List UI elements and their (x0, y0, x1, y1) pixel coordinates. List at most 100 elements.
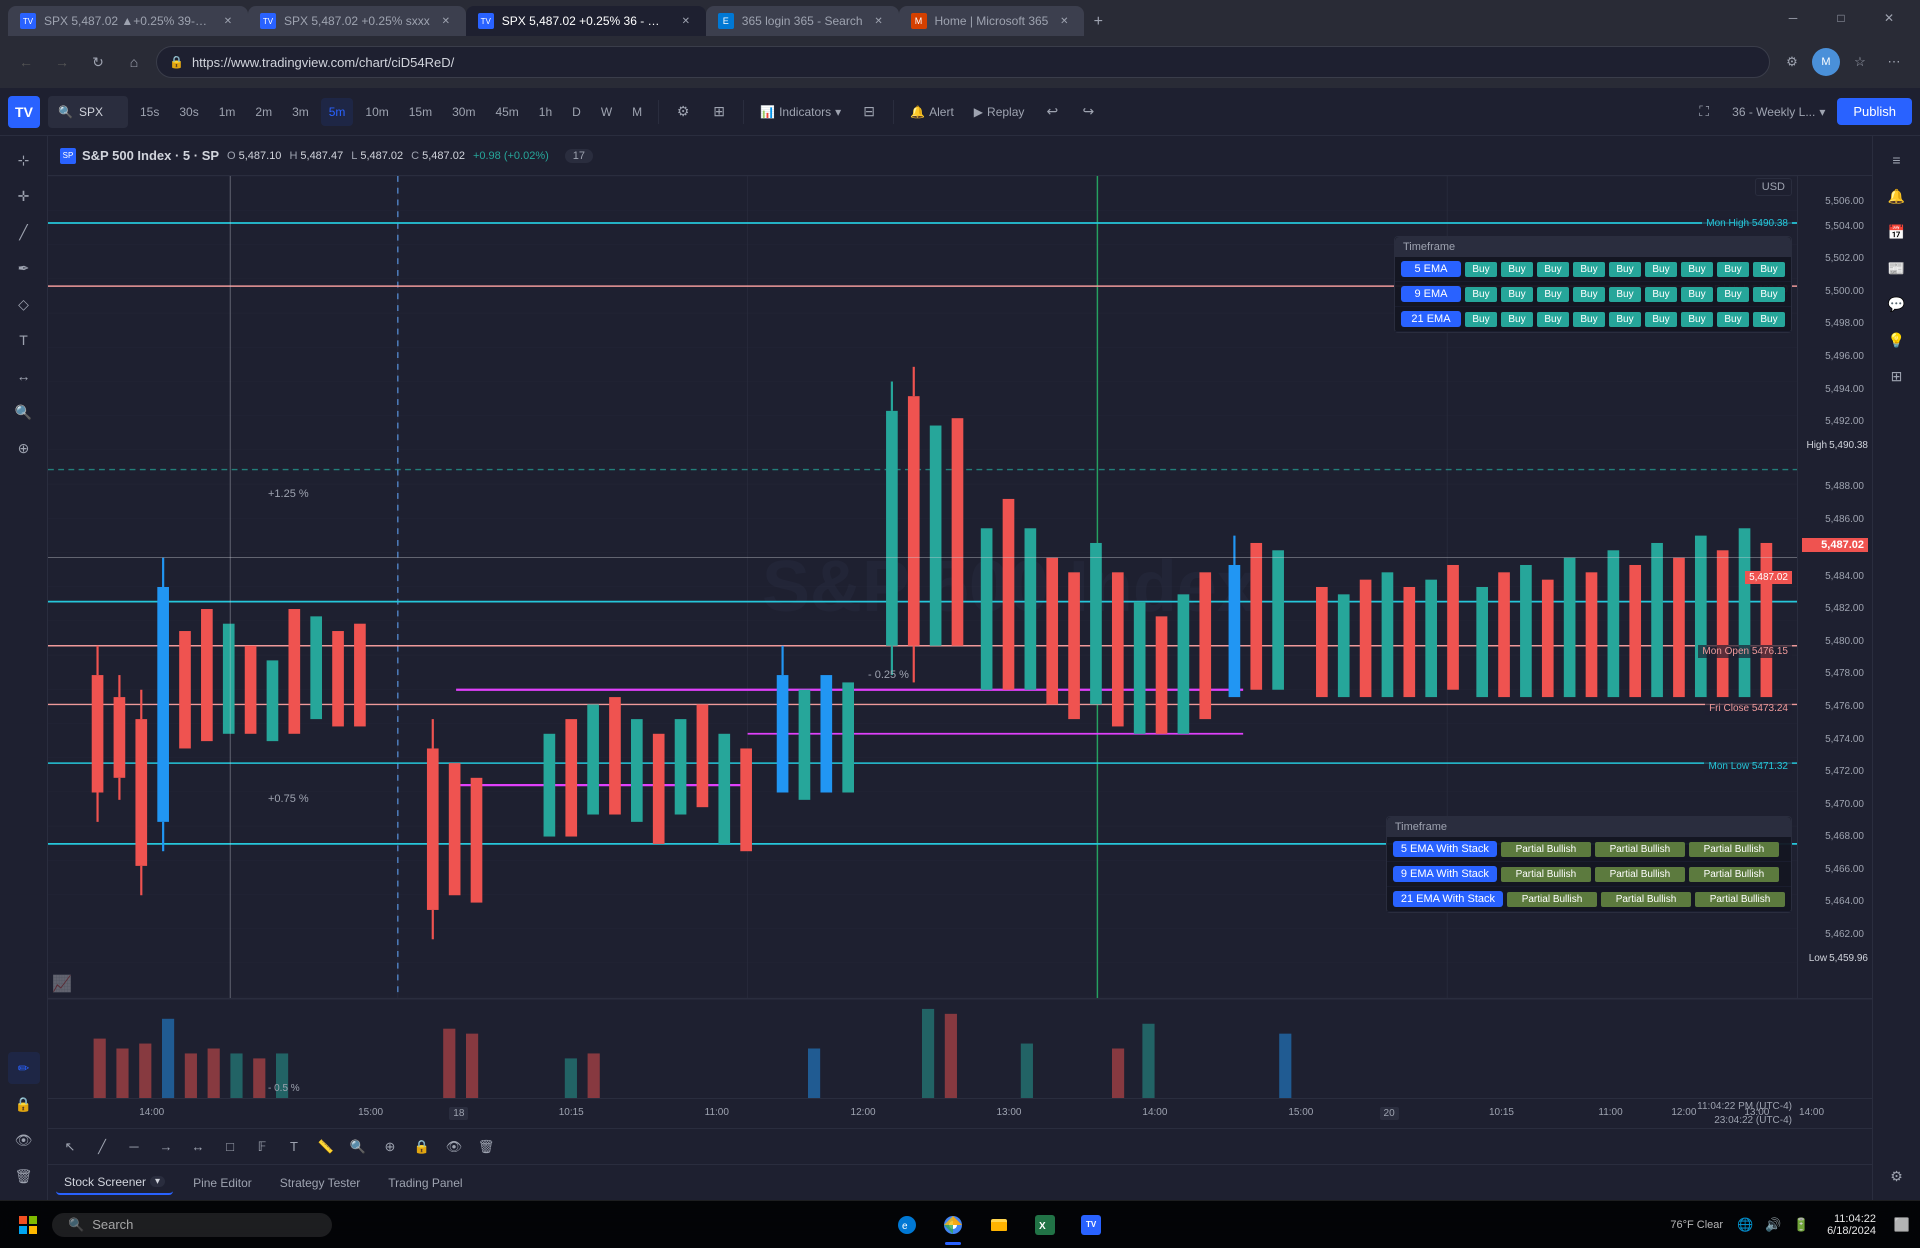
ema-stack-5-cell-3[interactable]: Partial Bullish (1689, 842, 1779, 857)
maximize-button[interactable]: □ (1818, 4, 1864, 32)
timeframe-3m[interactable]: 3m (284, 98, 317, 126)
account-button[interactable]: 36 - Weekly L... ▾ (1724, 96, 1833, 128)
taskbar-app-excel[interactable]: X (1023, 1203, 1067, 1247)
address-bar[interactable]: 🔒 https://www.tradingview.com/chart/ciD5… (156, 46, 1770, 78)
tab-close-2[interactable]: ✕ (438, 13, 454, 29)
timeframe-2m[interactable]: 2m (247, 98, 280, 126)
lock-tool[interactable]: 🔒 (8, 1088, 40, 1120)
drawing-rect-button[interactable]: □ (216, 1133, 244, 1161)
ema-21-cell-3[interactable]: Buy (1537, 312, 1569, 327)
right-news-icon[interactable]: 📰 (1881, 252, 1913, 284)
home-button[interactable]: ⌂ (120, 48, 148, 76)
timeframe-10m[interactable]: 10m (357, 98, 396, 126)
ema-5-cell-2[interactable]: Buy (1501, 262, 1533, 277)
browser-tab-3[interactable]: TV SPX 5,487.02 +0.25% 36 - We... ✕ (466, 6, 706, 36)
drawing-eye-button[interactable]: 👁 (440, 1133, 468, 1161)
symbol-search[interactable]: 🔍 SPX (48, 96, 128, 128)
ema-stack-5-cell-2[interactable]: Partial Bullish (1595, 842, 1685, 857)
drawing-measure-button[interactable]: 📏 (312, 1133, 340, 1161)
browser-tab-2[interactable]: TV SPX 5,487.02 +0.25% sxxx ✕ (248, 6, 466, 36)
drawing-text-button[interactable]: T (280, 1133, 308, 1161)
magnet-tool[interactable]: ⊕ (8, 432, 40, 464)
ema-stack-21-cell-1[interactable]: Partial Bullish (1507, 892, 1597, 907)
tab-pine-editor[interactable]: Pine Editor (185, 1172, 260, 1194)
ema-21-cell-9[interactable]: Buy (1753, 312, 1785, 327)
ema-21-cell-1[interactable]: Buy (1465, 312, 1497, 327)
chart-settings-button[interactable]: ⚙ (667, 96, 699, 128)
browser-tab-1[interactable]: TV SPX 5,487.02 ▲+0.25% 39-spy... ✕ (8, 6, 248, 36)
right-screener-icon[interactable]: ⊞ (1881, 360, 1913, 392)
drawing-fib-button[interactable]: 𝔽 (248, 1133, 276, 1161)
right-calendar-icon[interactable]: 📅 (1881, 216, 1913, 248)
tab-close-5[interactable]: ✕ (1056, 13, 1072, 29)
drawing-lock-button[interactable]: 🔒 (408, 1133, 436, 1161)
sound-tray-icon[interactable]: 🔊 (1763, 1215, 1783, 1235)
timeframe-m[interactable]: M (624, 98, 650, 126)
minimize-button[interactable]: ─ (1770, 4, 1816, 32)
right-chat-icon[interactable]: 💬 (1881, 288, 1913, 320)
right-settings-icon[interactable]: ⚙ (1881, 1160, 1913, 1192)
ema-5-cell-1[interactable]: Buy (1465, 262, 1497, 277)
pen-tool[interactable]: ✒ (8, 252, 40, 284)
annotation-tool[interactable]: T (8, 324, 40, 356)
cursor-tool[interactable]: ⊹ (8, 144, 40, 176)
ema-9-cell-9[interactable]: Buy (1753, 287, 1785, 302)
refresh-button[interactable]: ↻ (84, 48, 112, 76)
indicators-button[interactable]: 📊 Indicators ▾ (752, 96, 849, 128)
drawing-tool-active[interactable]: ✏ (8, 1052, 40, 1084)
shapes-tool[interactable]: ◇ (8, 288, 40, 320)
taskbar-app-edge[interactable]: e (885, 1203, 929, 1247)
eye-tool[interactable]: 👁 (8, 1124, 40, 1156)
ema-9-cell-7[interactable]: Buy (1681, 287, 1713, 302)
tab-strategy-tester[interactable]: Strategy Tester (272, 1172, 368, 1194)
ema-5-cell-9[interactable]: Buy (1753, 262, 1785, 277)
ema-stack-21-cell-3[interactable]: Partial Bullish (1695, 892, 1785, 907)
ema-9-cell-8[interactable]: Buy (1717, 287, 1749, 302)
drawing-magnet-button[interactable]: ⊕ (376, 1133, 404, 1161)
trend-line-tool[interactable]: ╱ (8, 216, 40, 248)
ema-21-cell-6[interactable]: Buy (1645, 312, 1677, 327)
replay-button[interactable]: ▶ Replay (966, 96, 1033, 128)
taskbar-app-explorer[interactable] (977, 1203, 1021, 1247)
timeframe-15m[interactable]: 15m (401, 98, 440, 126)
ema-5-cell-8[interactable]: Buy (1717, 262, 1749, 277)
ema-5-cell-4[interactable]: Buy (1573, 262, 1605, 277)
fullscreen-button[interactable]: ⛶ (1688, 96, 1720, 128)
tab-close-4[interactable]: ✕ (871, 13, 887, 29)
right-alerts-icon[interactable]: 🔔 (1881, 180, 1913, 212)
alert-button[interactable]: 🔔 Alert (902, 96, 962, 128)
timeframe-w[interactable]: W (593, 98, 620, 126)
tv-logo[interactable]: TV (8, 96, 40, 128)
close-window-button[interactable]: ✕ (1866, 4, 1912, 32)
drawing-zoom-button[interactable]: 🔍 (344, 1133, 372, 1161)
ema-21-cell-5[interactable]: Buy (1609, 312, 1641, 327)
drawing-horizontal-button[interactable]: ─ (120, 1133, 148, 1161)
tab-trading-panel[interactable]: Trading Panel (380, 1172, 470, 1194)
browser-tab-5[interactable]: M Home | Microsoft 365 ✕ (899, 6, 1085, 36)
timeframe-5m[interactable]: 5m (321, 98, 354, 126)
system-clock[interactable]: 11:04:22 6/18/2024 (1819, 1213, 1884, 1237)
extensions-button[interactable]: ⚙ (1778, 48, 1806, 76)
timeframe-d[interactable]: D (564, 98, 589, 126)
ema-5-cell-6[interactable]: Buy (1645, 262, 1677, 277)
network-tray-icon[interactable]: 🌐 (1735, 1215, 1755, 1235)
back-button[interactable]: ← (12, 48, 40, 76)
ema-stack-9-cell-1[interactable]: Partial Bullish (1501, 867, 1591, 882)
ema-21-cell-2[interactable]: Buy (1501, 312, 1533, 327)
profile-button[interactable]: M (1812, 48, 1840, 76)
drawing-line-button[interactable]: ╱ (88, 1133, 116, 1161)
publish-button[interactable]: Publish (1837, 98, 1912, 125)
ema-stack-21-cell-2[interactable]: Partial Bullish (1601, 892, 1691, 907)
ema-stack-5-cell-1[interactable]: Partial Bullish (1501, 842, 1591, 857)
tab-stock-screener[interactable]: Stock Screener ▾ (56, 1171, 173, 1195)
taskbar-app-tradingview[interactable]: TV (1069, 1203, 1113, 1247)
bookmark-button[interactable]: ☆ (1846, 48, 1874, 76)
battery-tray-icon[interactable]: 🔋 (1791, 1215, 1811, 1235)
ema-21-cell-8[interactable]: Buy (1717, 312, 1749, 327)
ema-5-cell-3[interactable]: Buy (1537, 262, 1569, 277)
taskbar-app-chrome[interactable] (931, 1203, 975, 1247)
ema-9-cell-5[interactable]: Buy (1609, 287, 1641, 302)
browser-tab-4[interactable]: E 365 login 365 - Search ✕ (706, 6, 899, 36)
undo-button[interactable]: ↩ (1036, 96, 1068, 128)
ema-21-cell-7[interactable]: Buy (1681, 312, 1713, 327)
